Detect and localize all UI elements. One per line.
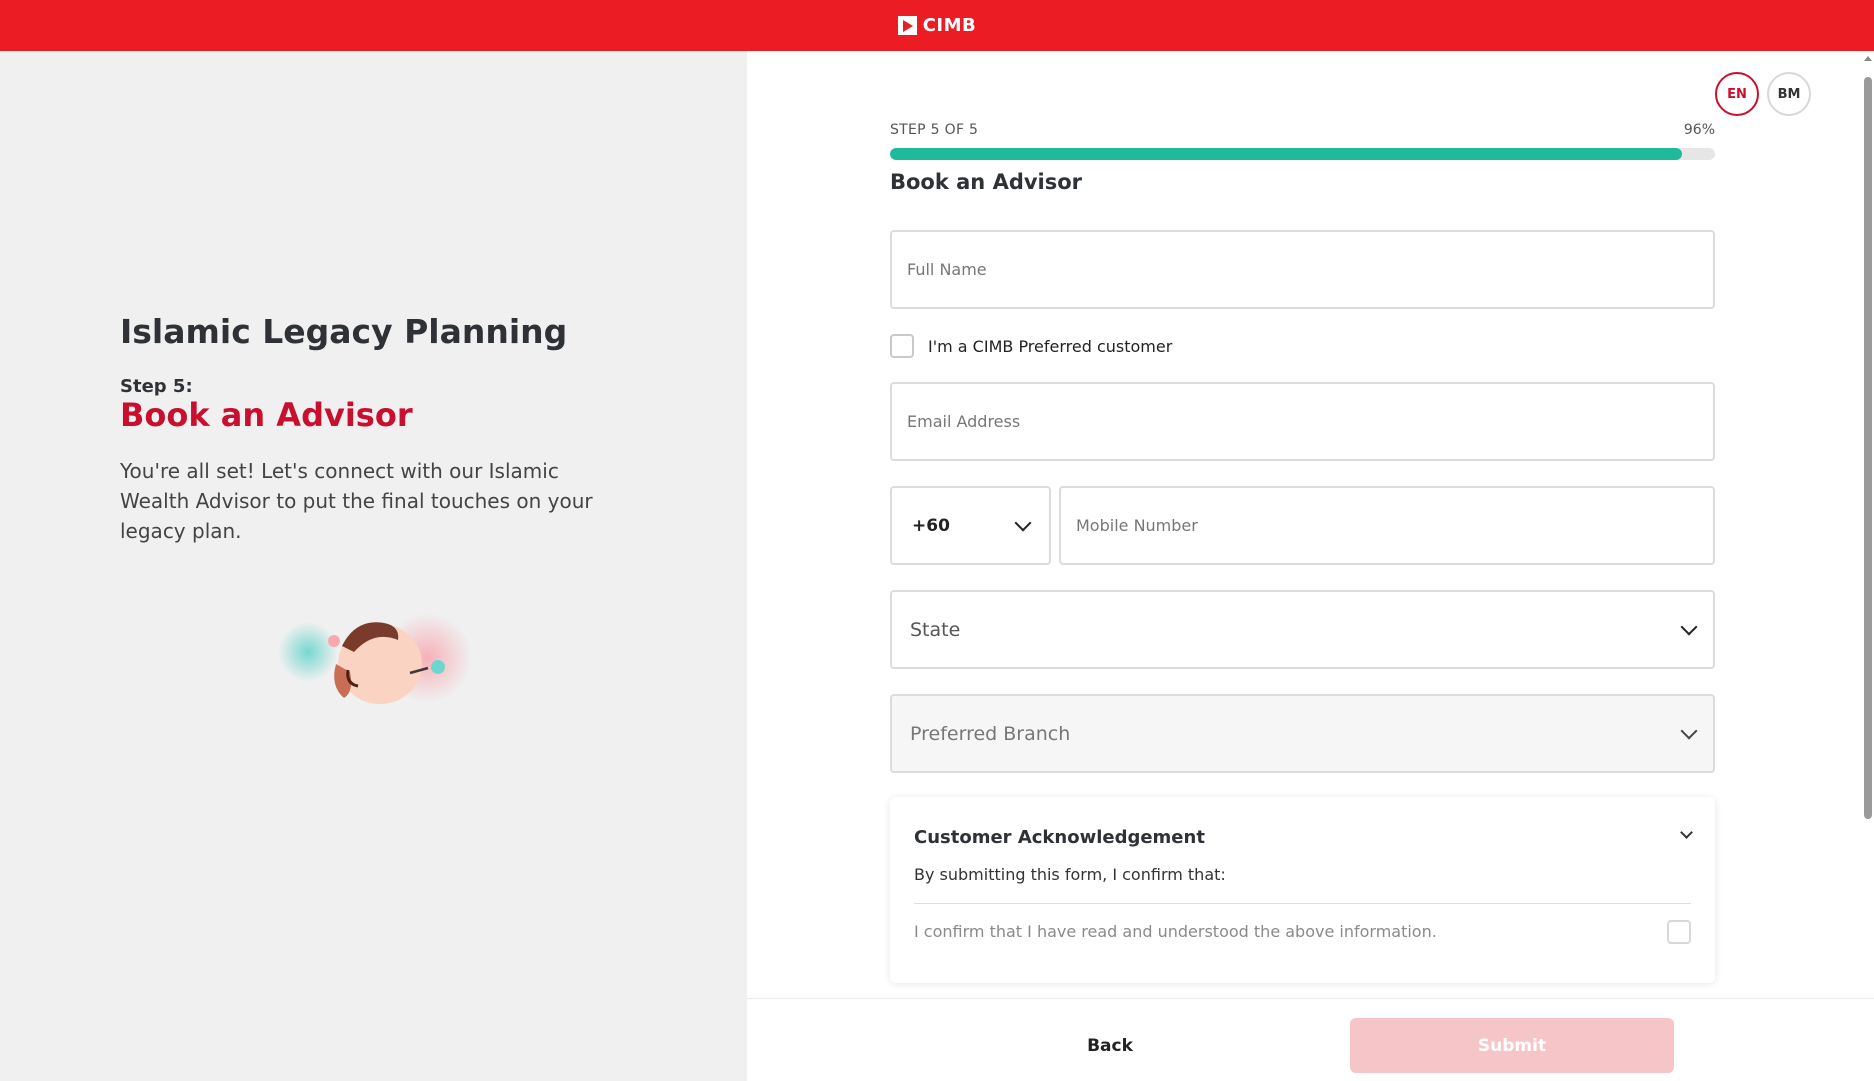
preferred-branch-select[interactable]: Preferred Branch [890, 694, 1715, 773]
scrollbar-thumb[interactable] [1864, 77, 1872, 819]
country-code-value: +60 [912, 515, 950, 536]
full-name-field[interactable] [890, 230, 1715, 309]
progress-percent-text: 96% [1683, 122, 1715, 138]
chevron-down-icon [1680, 722, 1698, 739]
cimb-logo-icon [897, 16, 917, 35]
back-button[interactable]: Back [1040, 1018, 1180, 1073]
language-en-button[interactable]: EN [1715, 72, 1759, 116]
form-title: Book an Advisor [890, 170, 1083, 194]
brand-logo[interactable]: CIMB [897, 15, 977, 36]
full-name-input[interactable] [907, 260, 1698, 279]
acknowledgement-title[interactable]: Customer Acknowledgement [914, 827, 1205, 848]
progress-step-text: STEP 5 OF 5 [890, 122, 979, 138]
step-description: You're all set! Let's connect with our I… [120, 459, 593, 543]
step-heading: Book an Advisor [120, 396, 413, 434]
scroll-up-icon[interactable] [1864, 56, 1872, 61]
acknowledgement-subtitle: By submitting this form, I confirm that: [914, 865, 1226, 884]
language-bm-button[interactable]: BM [1767, 72, 1811, 116]
state-placeholder: State [910, 618, 961, 641]
country-code-select[interactable]: +60 [890, 486, 1051, 565]
chevron-down-icon [1014, 514, 1032, 531]
progress-bar-fill [890, 148, 1682, 160]
email-input[interactable] [907, 412, 1698, 431]
step-label: Step 5: [120, 376, 193, 397]
preferred-customer-checkbox[interactable] [890, 334, 914, 358]
progress-bar [890, 148, 1715, 160]
chevron-down-icon[interactable] [1680, 826, 1693, 839]
divider [914, 903, 1691, 904]
brand-name: CIMB [922, 15, 977, 36]
mobile-number-input[interactable] [1076, 516, 1698, 535]
chevron-down-icon [1680, 618, 1698, 635]
email-field[interactable] [890, 382, 1715, 461]
acknowledgement-confirm-text: I confirm that I have read and understoo… [914, 922, 1437, 941]
footer-bar [747, 998, 1874, 1081]
customer-acknowledgement-panel: Customer Acknowledgement By submitting t… [890, 797, 1715, 983]
preferred-branch-placeholder: Preferred Branch [910, 722, 1071, 745]
submit-button[interactable]: Submit [1350, 1018, 1674, 1073]
page-title: Islamic Legacy Planning [120, 312, 568, 351]
scrollbar[interactable] [1861, 51, 1874, 1081]
state-select[interactable]: State [890, 590, 1715, 669]
acknowledgement-checkbox[interactable] [1667, 920, 1691, 944]
advisor-illustration [278, 613, 470, 704]
preferred-customer-option[interactable]: I'm a CIMB Preferred customer [890, 334, 1172, 358]
top-bar: CIMB [0, 0, 1874, 51]
preferred-customer-label: I'm a CIMB Preferred customer [928, 336, 1173, 356]
mobile-number-field[interactable] [1059, 486, 1715, 565]
